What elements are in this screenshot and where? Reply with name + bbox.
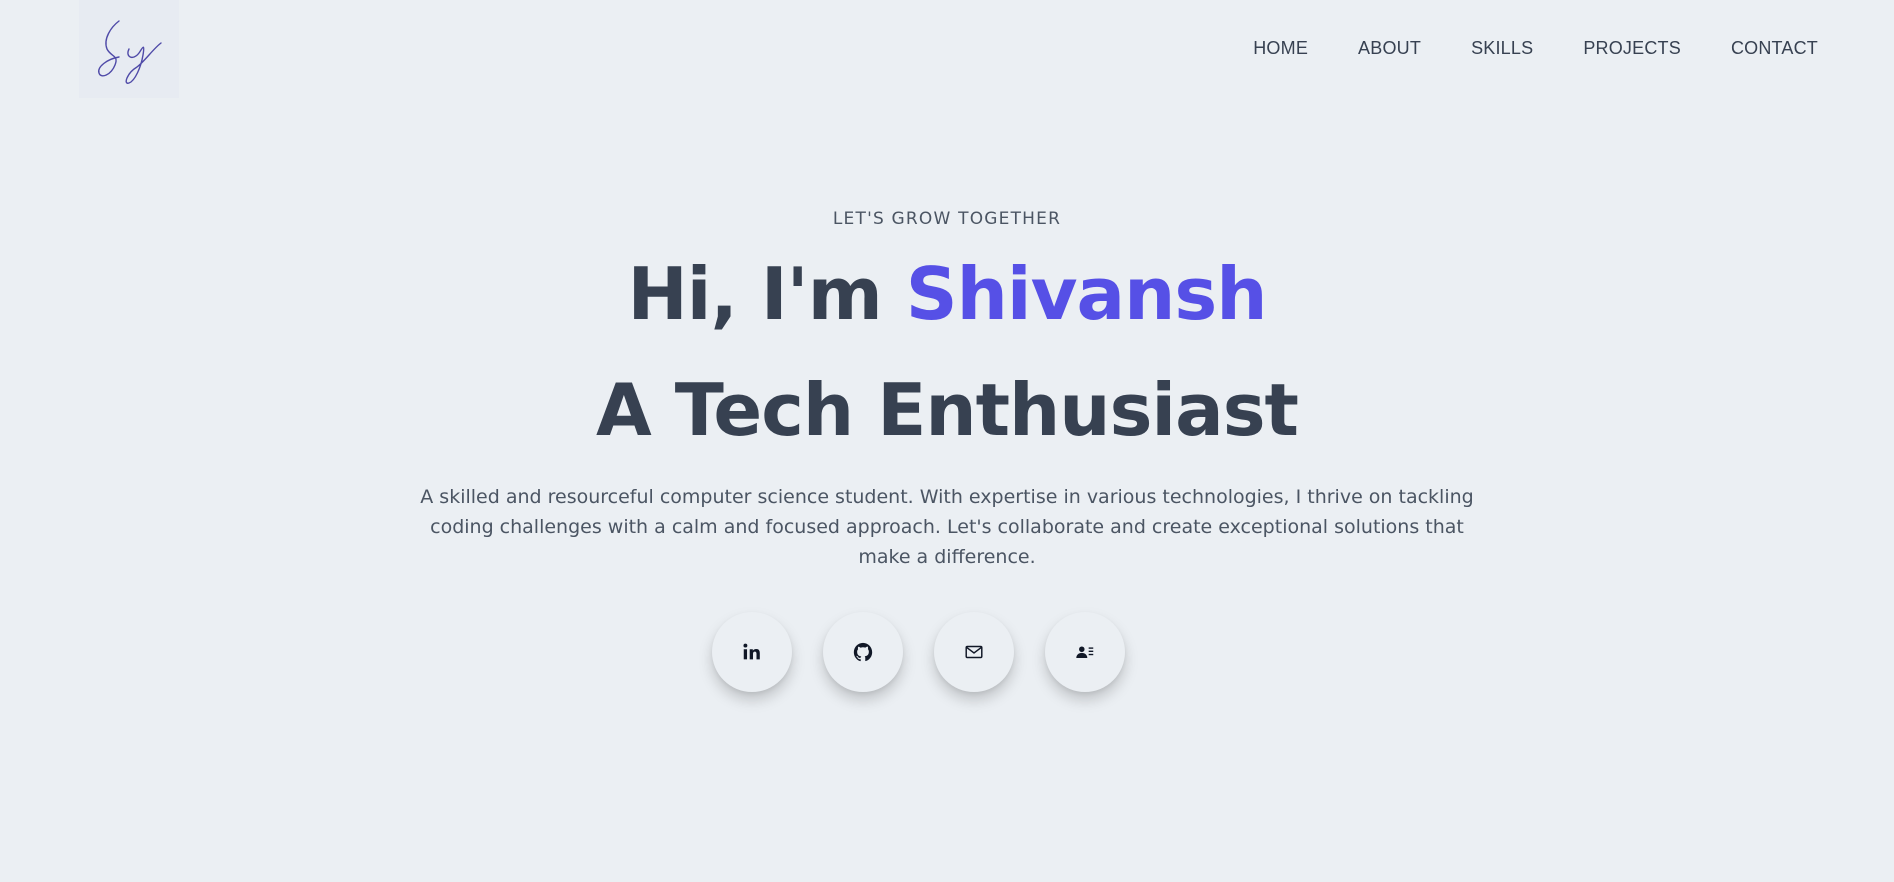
nav-contact[interactable]: CONTACT: [1731, 38, 1818, 59]
social-links: [0, 612, 1894, 692]
nav-home[interactable]: HOME: [1253, 38, 1308, 59]
resume-icon: [1075, 646, 1093, 658]
linkedin-icon: [742, 643, 760, 660]
linkedin-button[interactable]: [711, 612, 792, 692]
github-button[interactable]: [822, 612, 903, 692]
hero-bio: A skilled and resourceful computer scien…: [420, 486, 1474, 568]
hero-greeting: Hi, I'm: [627, 252, 906, 336]
mail-icon: [964, 645, 983, 659]
portfolio-page: HOME ABOUT SKILLS PROJECTS CONTACT LET'S…: [0, 0, 1894, 882]
signature-logo[interactable]: [79, 0, 179, 98]
email-button[interactable]: [933, 612, 1014, 692]
hero-name: Shivansh: [905, 252, 1268, 336]
main-nav: HOME ABOUT SKILLS PROJECTS CONTACT: [1203, 38, 1818, 59]
signature-logo-icon: [98, 20, 162, 84]
nav-skills[interactable]: SKILLS: [1471, 38, 1533, 59]
github-icon: [853, 642, 872, 662]
nav-about[interactable]: ABOUT: [1358, 38, 1421, 59]
hero-role: A Tech Enthusiast: [596, 368, 1299, 452]
hero-eyebrow: LET'S GROW TOGETHER: [832, 209, 1062, 229]
nav-projects[interactable]: PROJECTS: [1583, 38, 1681, 59]
hero-greeting-line: Hi, I'm Shivansh: [0, 258, 1894, 330]
resume-button[interactable]: [1044, 612, 1125, 692]
